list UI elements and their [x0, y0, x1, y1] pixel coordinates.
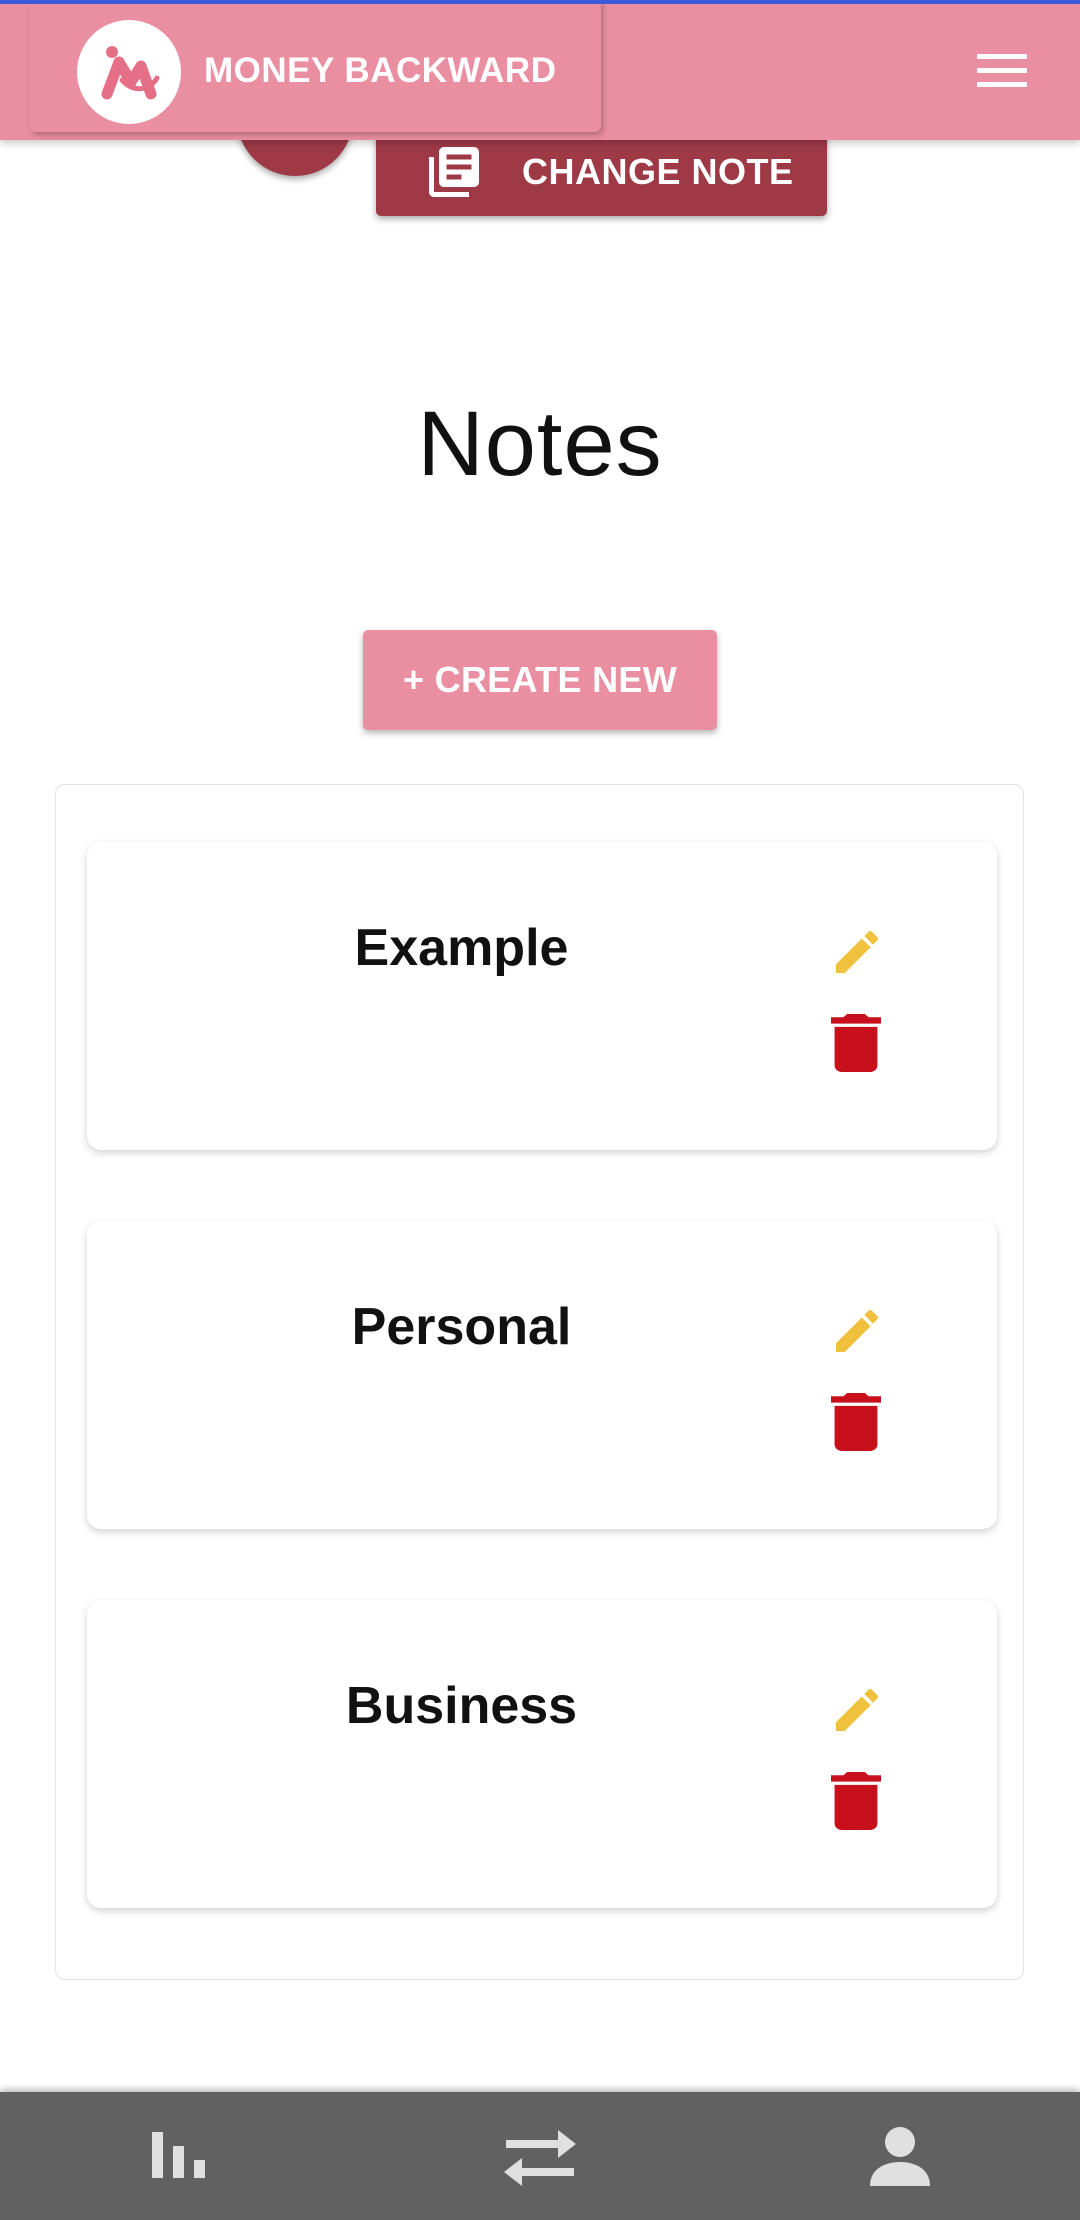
note-name: Business	[345, 1677, 578, 1735]
create-new-button[interactable]: + CREATE NEW	[363, 630, 717, 730]
note-name: Example	[354, 919, 569, 977]
note-card[interactable]: Personal	[87, 1221, 997, 1529]
change-note-button[interactable]: CHANGE NOTE	[376, 128, 827, 216]
app-title: MONEY BACKWARD	[204, 51, 557, 90]
person-icon	[870, 2127, 930, 2186]
notes-list: Example Personal Business	[55, 784, 1024, 1980]
app-logo	[77, 20, 181, 124]
edit-button[interactable]	[829, 1682, 885, 1738]
note-card[interactable]: Business	[87, 1600, 997, 1908]
trash-icon	[831, 1393, 881, 1451]
swap-arrows-icon	[504, 2130, 576, 2186]
menu-icon	[977, 54, 1027, 87]
nav-item-stats[interactable]	[0, 2092, 360, 2220]
hamburger-menu-button[interactable]	[970, 48, 1034, 96]
note-name: Personal	[351, 1298, 572, 1356]
notes-icon	[424, 142, 484, 202]
pencil-icon	[836, 930, 879, 973]
change-note-label: CHANGE NOTE	[522, 151, 794, 192]
bar-chart-icon	[152, 2132, 205, 2178]
bottom-navigation	[0, 2092, 1080, 2220]
note-card[interactable]: Example	[87, 842, 997, 1150]
pencil-icon	[836, 1688, 879, 1731]
brand[interactable]: MONEY BACKWARD	[30, 0, 601, 132]
delete-button[interactable]	[831, 1014, 881, 1072]
delete-button[interactable]	[831, 1393, 881, 1451]
trash-icon	[831, 1014, 881, 1072]
top-accent-line	[0, 0, 1080, 4]
app-bar: MONEY BACKWARD	[0, 0, 1080, 140]
nav-item-transactions[interactable]	[360, 2092, 720, 2220]
page-title: Notes	[417, 393, 663, 495]
delete-button[interactable]	[831, 1772, 881, 1830]
nav-item-profile[interactable]	[720, 2092, 1080, 2220]
trash-icon	[831, 1772, 881, 1830]
edit-button[interactable]	[829, 1303, 885, 1359]
pencil-icon	[836, 1309, 879, 1352]
edit-button[interactable]	[829, 924, 885, 980]
